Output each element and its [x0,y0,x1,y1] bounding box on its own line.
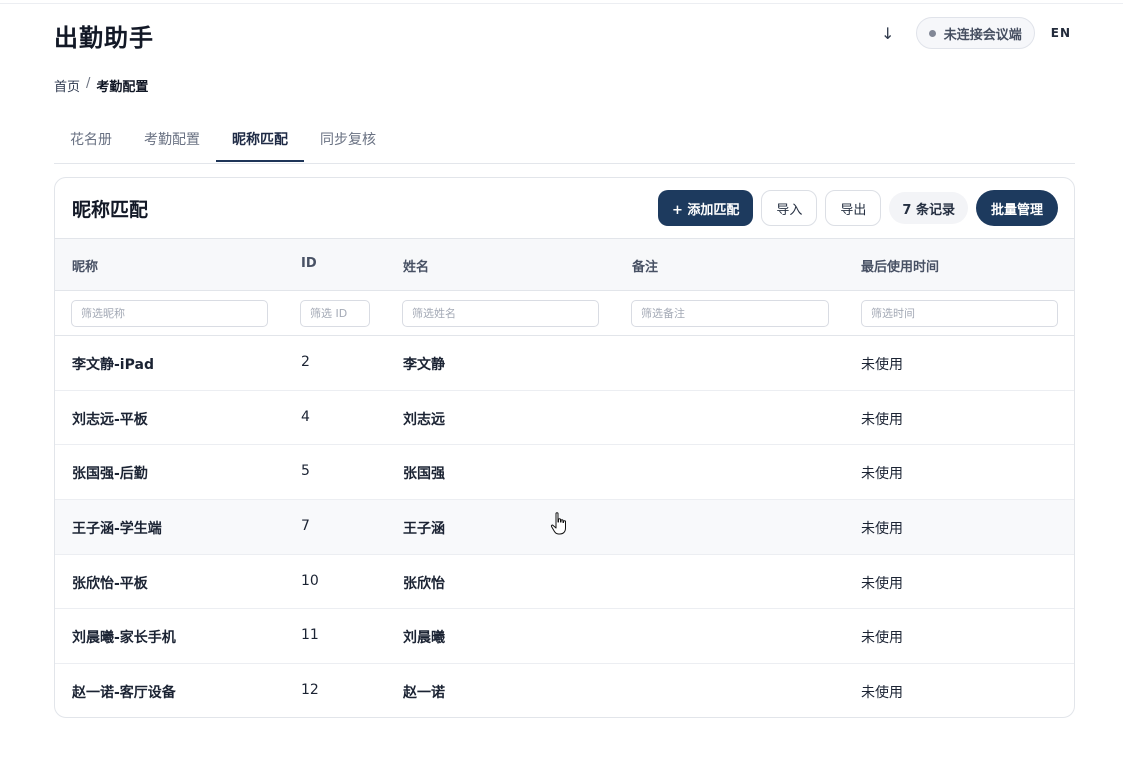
column-header-last-used[interactable]: 最后使用时间 [861,256,939,275]
cell-name: 张欣怡 [403,575,445,592]
tab-bar: 花名册 考勤配置 昵称匹配 同步复核 [54,120,1075,164]
card-title: 昵称匹配 [72,198,149,221]
cell-last-used: 未使用 [861,411,903,428]
table-row[interactable]: 刘晨曦-家长手机 11 刘晨曦 未使用 [55,609,1074,665]
filter-time-input[interactable] [861,300,1058,327]
column-header-name[interactable]: 姓名 [403,256,429,275]
connection-status-label: 未连接会议端 [943,27,1022,43]
breadcrumb-home[interactable]: 首页 [54,76,80,95]
breadcrumb-separator: / [86,76,91,91]
cell-id: 2 [301,354,310,370]
table-row[interactable]: 李文静-iPad 2 李文静 未使用 [55,336,1074,391]
cell-last-used: 未使用 [861,466,903,483]
download-icon[interactable]: ↓ [874,17,902,49]
cell-last-used: 未使用 [861,575,903,592]
cell-last-used: 未使用 [861,630,903,647]
status-dot-icon [928,29,936,37]
filter-nickname-input[interactable] [71,300,268,327]
table-row[interactable]: 刘志远-平板 4 刘志远 未使用 [55,391,1074,446]
cell-nickname: 刘志远-平板 [72,411,148,428]
cell-name: 赵一诺 [403,685,445,702]
tab-roster[interactable]: 花名册 [54,120,128,162]
table-row[interactable]: 张国强-后勤 5 张国强 未使用 [55,445,1074,501]
column-header-id[interactable]: ID [301,256,317,271]
cell-name: 刘志远 [403,411,445,428]
cell-nickname: 李文静-iPad [72,357,154,373]
table-row[interactable]: 赵一诺-客厅设备 12 赵一诺 未使用 [55,664,1074,717]
cell-id: 12 [301,682,319,699]
cell-nickname: 张国强-后勤 [72,466,148,483]
column-header-nickname[interactable]: 昵称 [72,256,98,275]
cell-id: 5 [301,463,310,480]
cell-nickname: 王子涵-学生端 [72,521,162,538]
cell-nickname: 赵一诺-客厅设备 [72,685,176,702]
cell-last-used: 未使用 [861,685,903,702]
app-title: 出勤助手 [54,24,154,52]
header-actions: ↓ 未连接会议端 EN [874,17,1071,49]
cell-id: 4 [301,408,310,425]
export-button[interactable]: 导出 [825,190,882,226]
cell-last-used: 未使用 [861,357,903,373]
cell-last-used: 未使用 [861,521,903,538]
table-header: 昵称 ID 姓名 备注 最后使用时间 [55,239,1074,291]
top-divider [0,0,1123,4]
tab-attendance-config[interactable]: 考勤配置 [128,120,216,162]
cell-name: 刘晨曦 [403,630,445,647]
filter-id-input[interactable] [300,300,370,327]
nickname-match-card: 昵称匹配 + 添加匹配 导入 导出 7 条记录 批量管理 昵称 ID 姓名 备注… [54,177,1075,718]
column-header-note[interactable]: 备注 [632,256,658,275]
batch-manage-button[interactable]: 批量管理 [975,190,1058,226]
cell-name: 张国强 [403,466,445,483]
cell-nickname: 张欣怡-平板 [72,575,148,592]
breadcrumb-current: 考勤配置 [96,80,149,95]
cell-nickname: 刘晨曦-家长手机 [72,630,176,647]
card-actions: + 添加匹配 导入 导出 7 条记录 批量管理 [657,190,1058,226]
record-count-badge: 7 条记录 [889,192,968,224]
cell-id: 10 [301,572,319,589]
tab-sync-review[interactable]: 同步复核 [304,120,392,162]
tab-nickname-match[interactable]: 昵称匹配 [216,120,304,162]
cell-name: 王子涵 [403,521,445,538]
filter-name-input[interactable] [402,300,599,327]
filter-note-input[interactable] [631,300,829,327]
cell-name: 李文静 [403,357,445,373]
language-toggle[interactable]: EN [1049,26,1071,40]
hand-pointer-icon [550,512,566,535]
card-header: 昵称匹配 + 添加匹配 导入 导出 7 条记录 批量管理 [55,178,1074,239]
cell-id: 7 [301,518,310,535]
add-match-button[interactable]: + 添加匹配 [657,190,754,226]
cell-id: 11 [301,627,319,644]
table-row[interactable]: 张欣怡-平板 10 张欣怡 未使用 [55,555,1074,610]
filter-row [55,291,1074,336]
connection-status-badge[interactable]: 未连接会议端 [915,17,1035,49]
breadcrumb: 首页 / 考勤配置 [54,76,148,95]
import-button[interactable]: 导入 [761,190,818,226]
